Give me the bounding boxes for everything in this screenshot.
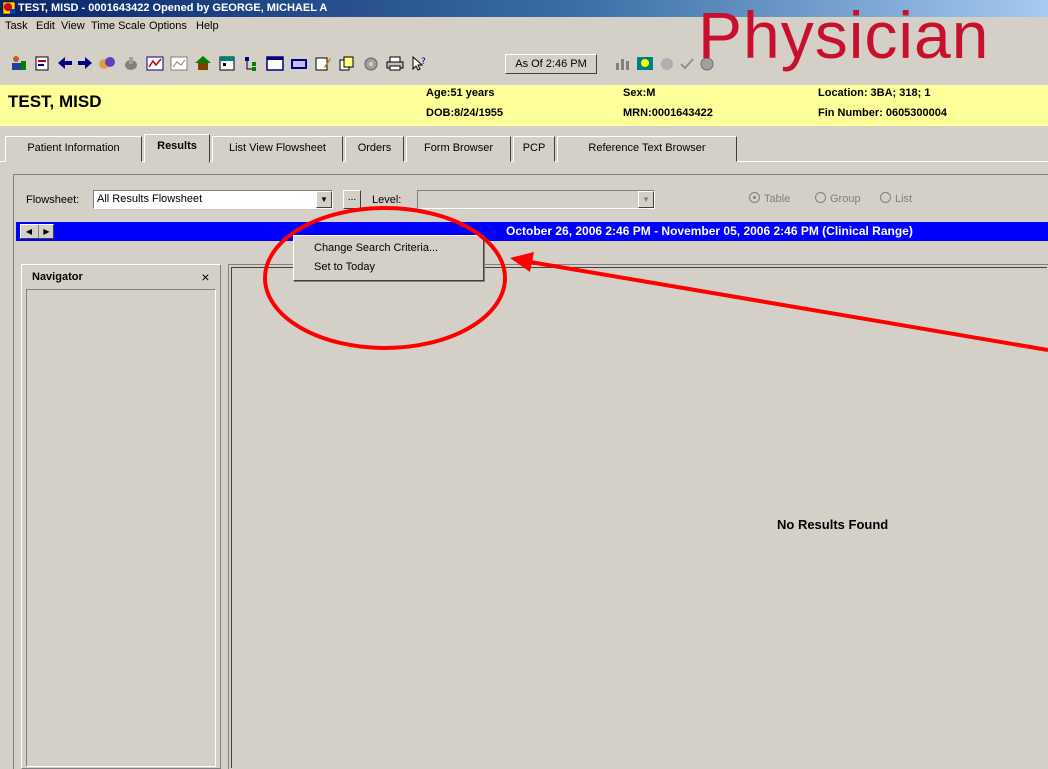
menu-task[interactable]: Task — [5, 20, 28, 32]
menu-help[interactable]: Help — [196, 20, 219, 32]
patient-dob: DOB:8/24/1955 — [426, 107, 504, 119]
tab-patient-information[interactable]: Patient Information — [5, 136, 142, 162]
tab-strip: Patient Information Results List View Fl… — [0, 126, 1048, 163]
calendar-icon[interactable] — [218, 55, 236, 72]
hand-icon[interactable] — [122, 55, 140, 72]
edit-icon[interactable] — [314, 55, 332, 72]
forward-arrow-icon[interactable] — [76, 55, 94, 72]
radio-empty-icon — [880, 192, 891, 203]
tab-orders[interactable]: Orders — [345, 136, 404, 162]
check-icon[interactable] — [678, 55, 696, 72]
menu-options[interactable]: Options — [149, 20, 187, 32]
radio-selected-icon — [749, 192, 760, 203]
gear-icon[interactable] — [362, 55, 380, 72]
patient-sex: Sex:M — [623, 87, 656, 99]
tab-form-browser[interactable]: Form Browser — [406, 136, 511, 162]
bar-chart-icon[interactable] — [614, 55, 632, 72]
lookup-icon[interactable] — [636, 55, 654, 72]
patient-fin: Fin Number: 0605300004 — [818, 107, 948, 119]
menu-item-change-search-criteria[interactable]: Change Search Criteria... — [314, 242, 438, 254]
scroll-left-icon[interactable]: ◀ — [21, 225, 37, 238]
physician-banner: Physician — [698, 0, 990, 72]
patient-location: Location: 3BA; 318; 1 — [818, 87, 931, 99]
flowsheet-icon[interactable] — [146, 55, 164, 72]
home-icon[interactable] — [194, 55, 212, 72]
printer-icon[interactable] — [386, 55, 404, 72]
application-window: TEST, MISD - 0001643422 Opened by GEORGE… — [0, 0, 1048, 769]
disabled-icon[interactable] — [658, 55, 676, 72]
patient-name: TEST, MISD — [8, 92, 102, 111]
hands-icon[interactable] — [98, 55, 116, 72]
menu-view[interactable]: View — [61, 20, 85, 32]
radio-group[interactable]: Group — [815, 192, 861, 205]
tab-list-view-flowsheet[interactable]: List View Flowsheet — [212, 136, 343, 162]
patient-mrn: MRN:0001643422 — [623, 107, 713, 119]
close-icon[interactable]: × — [198, 270, 213, 285]
app-icon — [2, 1, 16, 15]
radio-table[interactable]: Table — [749, 192, 790, 205]
svg-text:?: ? — [421, 57, 426, 67]
level-label: Level: — [372, 194, 402, 206]
no-results-message: No Results Found — [777, 517, 889, 532]
help-icon[interactable]: ? — [410, 55, 428, 72]
navigator-tree[interactable] — [26, 289, 216, 767]
flowsheet-select[interactable]: All Results Flowsheet ▼ — [93, 190, 333, 209]
scroll-right-icon[interactable]: ▶ — [38, 225, 54, 238]
navigator-pane: Navigator × — [21, 264, 221, 769]
menu-time-scale[interactable]: Time Scale — [91, 20, 146, 32]
chart-icon[interactable] — [34, 55, 52, 72]
menu-edit[interactable]: Edit — [36, 20, 55, 32]
tree-icon[interactable] — [242, 55, 260, 72]
back-arrow-icon[interactable] — [56, 55, 74, 72]
tab-pcp[interactable]: PCP — [513, 136, 555, 162]
report-icon[interactable] — [290, 55, 308, 72]
documents-icon[interactable] — [338, 55, 356, 72]
flowsheet-label: Flowsheet: — [26, 194, 80, 206]
tab-results[interactable]: Results — [144, 134, 210, 163]
range-scroll-buttons[interactable]: ◀ ▶ — [20, 224, 54, 239]
flowsheet-value: All Results Flowsheet — [97, 193, 203, 205]
context-menu: Change Search Criteria... Set to Today — [293, 235, 484, 281]
radio-list[interactable]: List — [880, 192, 912, 205]
flowsheet-browse-button[interactable]: ... — [343, 190, 361, 209]
date-range-text: October 26, 2006 2:46 PM - November 05, … — [506, 224, 913, 238]
results-grid[interactable] — [228, 264, 1048, 769]
patient-age: Age:51 years — [426, 87, 495, 99]
as-of-button[interactable]: As Of 2:46 PM — [505, 54, 597, 74]
navigator-header: Navigator × — [25, 268, 217, 286]
patient-demographics: TEST, MISD Age:51 years DOB:8/24/1955 Se… — [0, 85, 1048, 126]
grid-icon[interactable] — [170, 55, 188, 72]
window-icon[interactable] — [266, 55, 284, 72]
level-select[interactable]: ▼ — [417, 190, 655, 209]
menu-item-set-to-today[interactable]: Set to Today — [314, 261, 375, 273]
chevron-down-icon[interactable]: ▼ — [638, 191, 654, 208]
tab-reference-text-browser[interactable]: Reference Text Browser — [557, 136, 737, 162]
window-title: TEST, MISD - 0001643422 Opened by GEORGE… — [18, 2, 328, 14]
patient-icon[interactable] — [10, 55, 28, 72]
results-panel: Flowsheet: All Results Flowsheet ▼ ... L… — [0, 162, 1048, 769]
navigator-title: Navigator — [32, 271, 83, 283]
radio-empty-icon — [815, 192, 826, 203]
chevron-down-icon[interactable]: ▼ — [316, 191, 332, 208]
